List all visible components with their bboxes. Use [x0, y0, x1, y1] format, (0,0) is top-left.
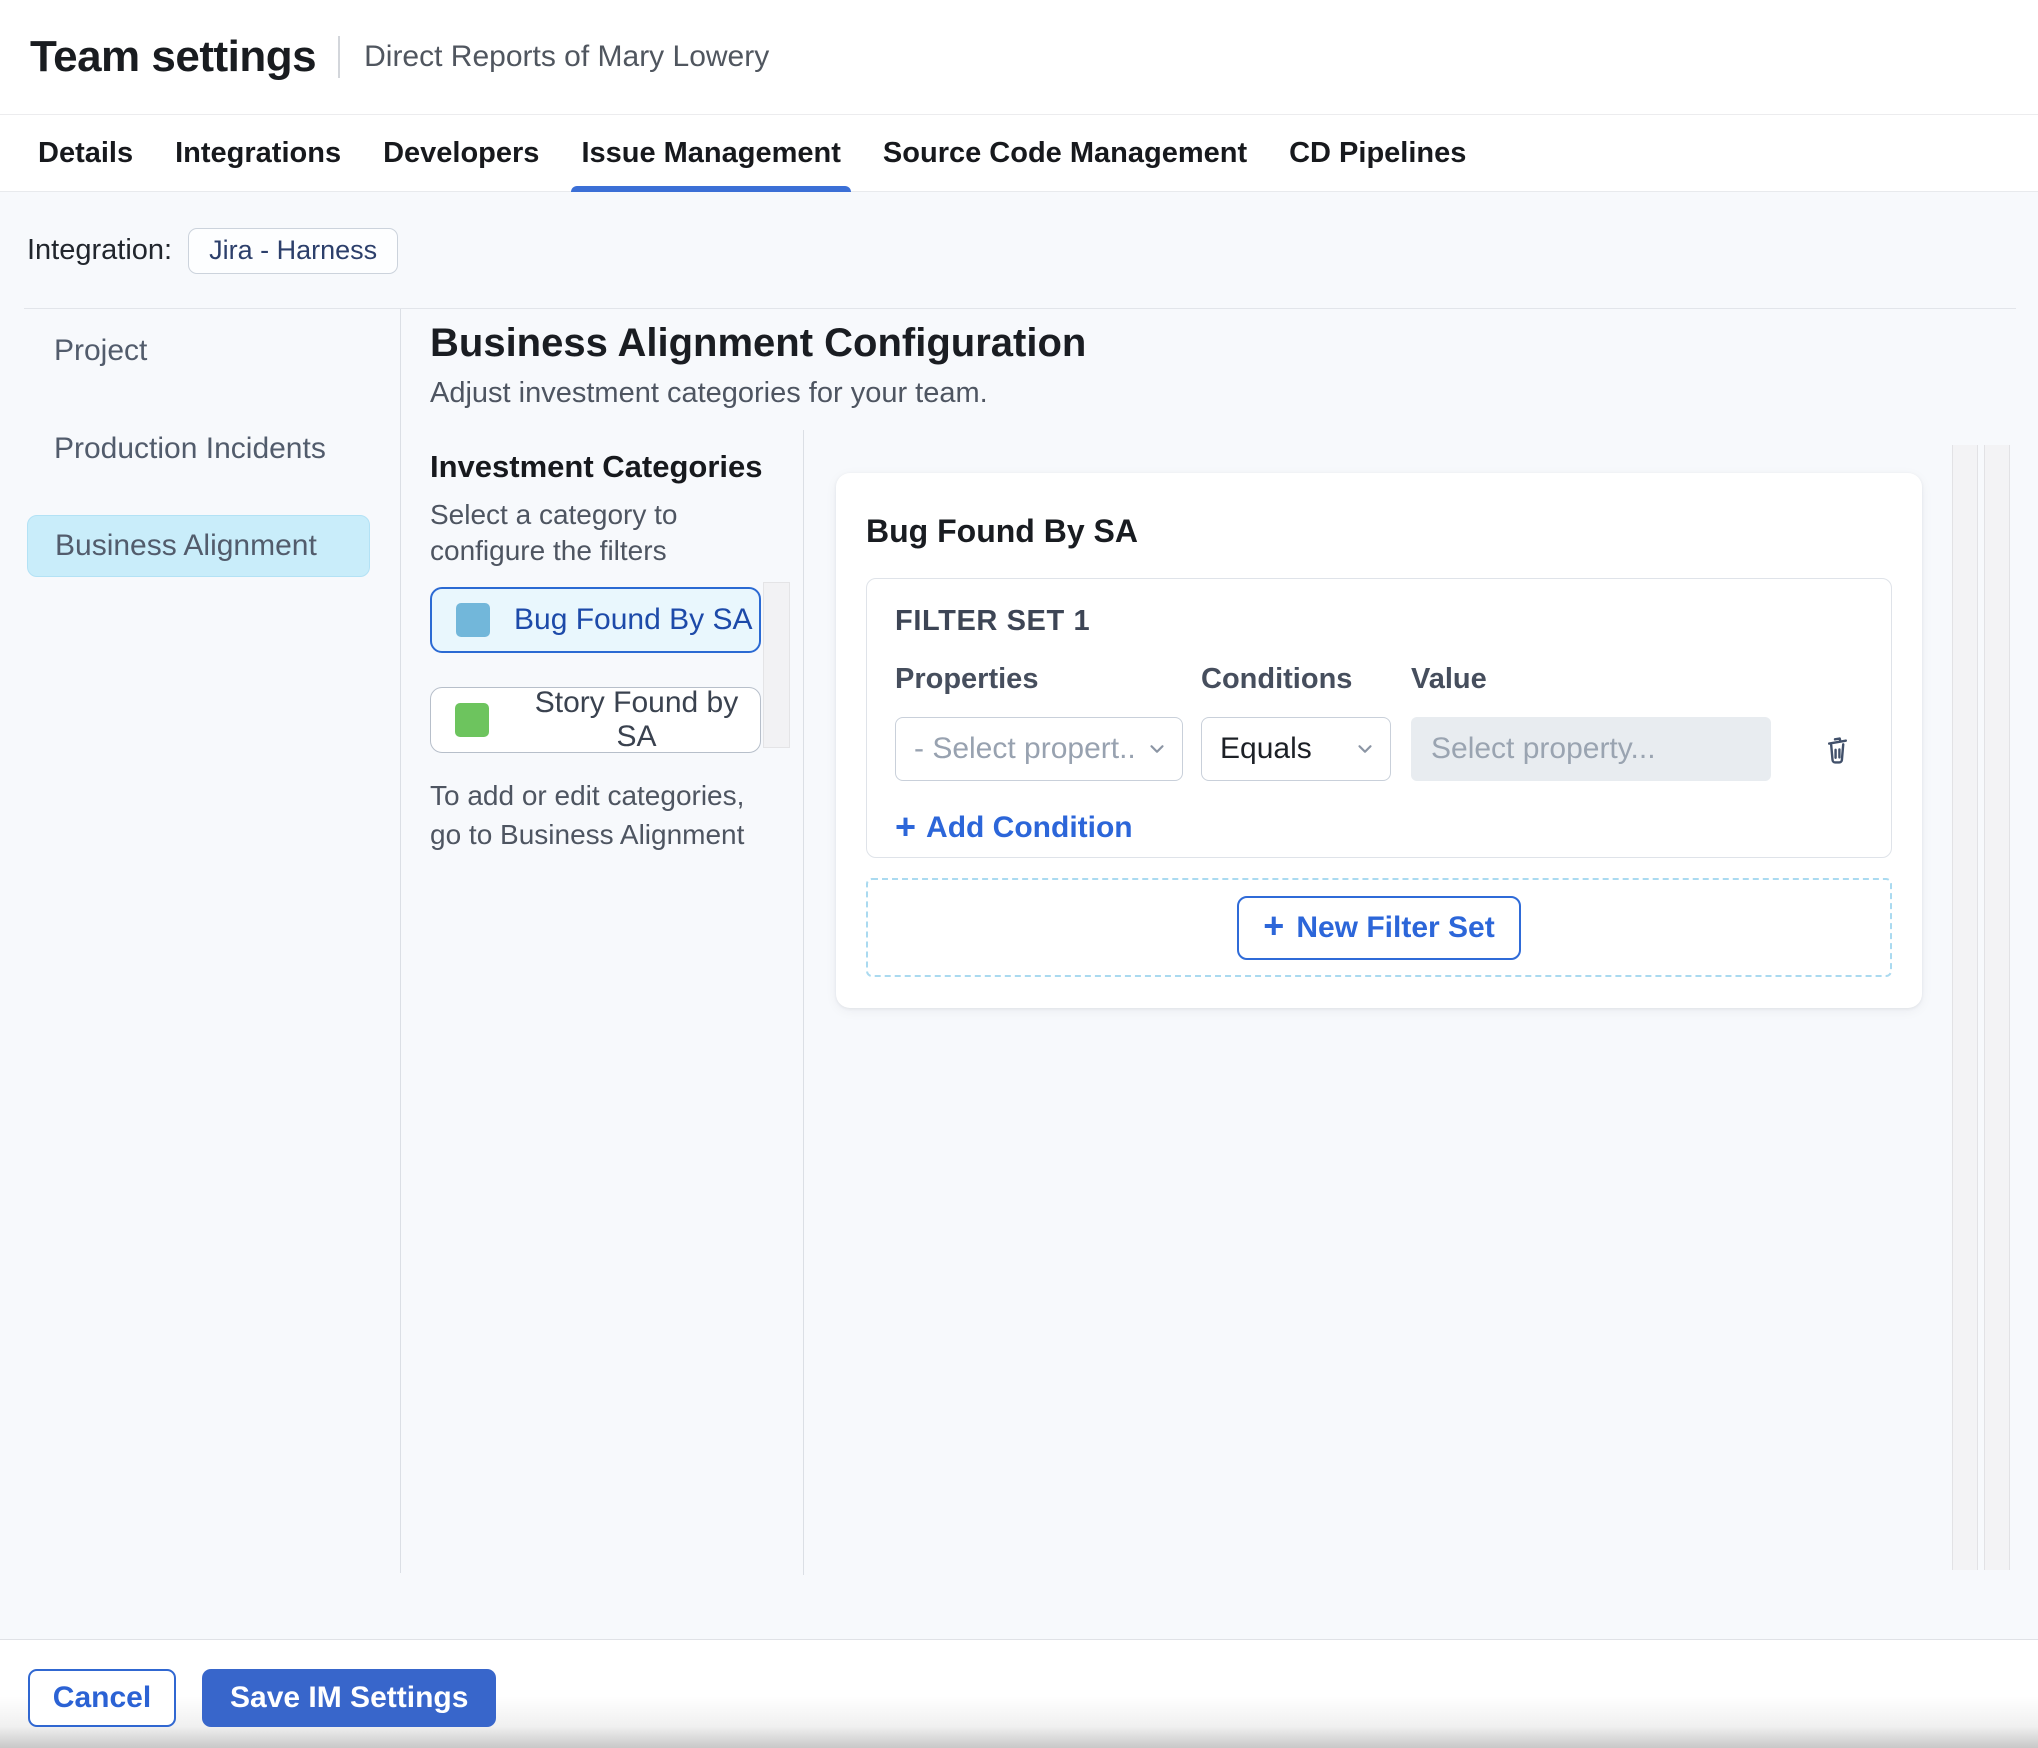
category-color-swatch: [455, 703, 489, 738]
category-color-swatch: [456, 603, 490, 638]
integration-chip[interactable]: Jira - Harness: [188, 227, 399, 274]
sidebar-item-project[interactable]: Project: [27, 320, 370, 382]
integration-label: Integration:: [27, 234, 173, 266]
category-label: Story Found by SA: [534, 686, 739, 754]
tab-integrations[interactable]: Integrations: [175, 115, 341, 191]
tab-details[interactable]: Details: [38, 115, 133, 191]
cancel-button[interactable]: Cancel: [28, 1669, 176, 1727]
column-conditions: Conditions: [1201, 663, 1353, 695]
integration-bar: Integration: Jira - Harness: [0, 192, 2038, 309]
chevron-down-icon: [1358, 745, 1372, 753]
filter-card-title: Bug Found By SA: [866, 513, 1138, 549]
footer-actions: Cancel Save IM Settings: [0, 1639, 2038, 1748]
trash-icon: [1828, 737, 1847, 764]
new-filter-set-label: New Filter Set: [1296, 910, 1495, 944]
column-value: Value: [1411, 663, 1487, 695]
content-area: Project Production Incidents Business Al…: [0, 309, 2038, 1639]
new-filter-set-dropzone: + New Filter Set: [866, 878, 1892, 977]
categories-title: Investment Categories: [430, 449, 763, 484]
tab-cd-pipelines[interactable]: CD Pipelines: [1289, 115, 1466, 191]
save-im-settings-button[interactable]: Save IM Settings: [202, 1669, 497, 1727]
tab-developers[interactable]: Developers: [383, 115, 539, 191]
add-condition-label: Add Condition: [926, 811, 1133, 844]
condition-row: - Select propert... Equals: [895, 717, 1863, 781]
section-subheading: Adjust investment categories for your te…: [430, 377, 988, 409]
add-condition-button[interactable]: + Add Condition: [895, 806, 1133, 847]
category-story-found-by-sa[interactable]: Story Found by SA: [430, 686, 761, 754]
main-panel: Business Alignment Configuration Adjust …: [401, 309, 2038, 1639]
page: Team settings Direct Reports of Mary Low…: [0, 0, 2038, 1748]
section-heading: Business Alignment Configuration: [430, 321, 1087, 365]
page-subtitle: Direct Reports of Mary Lowery: [364, 40, 770, 73]
value-input[interactable]: [1411, 717, 1771, 781]
filter-set-title: FILTER SET 1: [895, 605, 1091, 637]
chevron-down-icon: [1150, 745, 1164, 753]
new-filter-set-button[interactable]: + New Filter Set: [1237, 895, 1521, 960]
filter-columns: Properties Conditions Value: [895, 663, 1863, 696]
condition-select-value: Equals: [1220, 732, 1312, 765]
scrollbar-track-inner[interactable]: [1952, 445, 1978, 1570]
title-divider: [338, 36, 341, 78]
categories-hint: Select a category to configure the filte…: [430, 499, 678, 567]
category-bug-found-by-sa[interactable]: Bug Found By SA: [430, 587, 761, 654]
column-properties: Properties: [895, 663, 1039, 695]
plus-icon: +: [895, 806, 917, 847]
plus-icon: +: [1263, 905, 1285, 946]
filter-set-1: FILTER SET 1 Properties Conditions Value…: [866, 578, 1892, 858]
categories-note: To add or edit categories, go to Busines…: [430, 780, 745, 850]
header: Team settings Direct Reports of Mary Low…: [0, 0, 2038, 114]
scrollbar-track-outer[interactable]: [1984, 445, 2010, 1570]
sidebar-item-production-incidents[interactable]: Production Incidents: [27, 418, 370, 480]
tab-issue-management[interactable]: Issue Management: [571, 115, 852, 192]
categories-scrollbar[interactable]: [763, 582, 790, 748]
tab-source-code-management[interactable]: Source Code Management: [883, 115, 1247, 191]
page-title: Team settings: [30, 32, 317, 81]
filter-config-card: Bug Found By SA FILTER SET 1 Properties …: [836, 473, 1922, 1008]
property-select[interactable]: - Select propert...: [895, 717, 1183, 781]
sidebar-item-business-alignment[interactable]: Business Alignment: [27, 515, 370, 577]
tab-bar: Details Integrations Developers Issue Ma…: [0, 114, 2038, 192]
condition-select[interactable]: Equals: [1201, 717, 1391, 781]
investment-categories: Investment Categories Select a category …: [430, 449, 802, 854]
delete-condition-button[interactable]: [1815, 725, 1859, 773]
category-label: Bug Found By SA: [514, 603, 753, 637]
property-select-placeholder: - Select propert...: [914, 732, 1138, 765]
